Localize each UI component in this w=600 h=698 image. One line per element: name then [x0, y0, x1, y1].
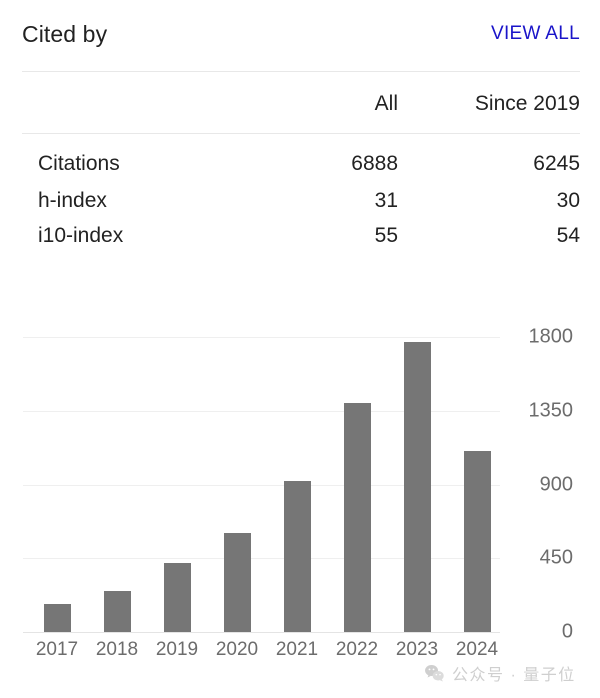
column-header-all: All	[290, 73, 398, 133]
table-body: Citations 6888 6245 h-index 31 30 i10-in…	[22, 133, 580, 253]
y-axis-tick-label: 900	[503, 473, 573, 496]
x-axis-tick-label: 2023	[387, 639, 447, 661]
metric-value-since: 30	[398, 183, 580, 218]
gridline	[23, 337, 500, 338]
metric-label: i10-index	[22, 218, 290, 253]
page-title: Cited by	[22, 21, 107, 48]
x-axis-tick-label: 2024	[447, 639, 507, 661]
table-row: h-index 31 30	[22, 183, 580, 218]
table-row: Citations 6888 6245	[22, 133, 580, 183]
watermark: 公众号 · 量子位	[424, 661, 576, 685]
bar-2018[interactable]	[104, 591, 131, 632]
watermark-text: 公众号 · 量子位	[452, 661, 576, 685]
x-axis-tick-label: 2019	[147, 639, 207, 661]
column-header-metric	[22, 73, 290, 133]
table-header: All Since 2019	[22, 73, 580, 133]
metric-value-all: 55	[290, 218, 398, 253]
view-all-link[interactable]: VIEW ALL	[491, 23, 580, 45]
y-axis-tick-label: 1350	[503, 399, 573, 422]
bar-2024[interactable]	[464, 451, 491, 632]
y-axis-tick-label: 0	[503, 621, 573, 644]
x-axis-tick-label: 2021	[267, 639, 327, 661]
bar-2021[interactable]	[284, 481, 311, 632]
x-axis-tick-label: 2017	[27, 639, 87, 661]
bar-2019[interactable]	[164, 563, 191, 632]
cited-by-panel: Cited by VIEW ALL All Since 2019 Citatio…	[0, 0, 600, 698]
metric-value-all: 31	[290, 183, 398, 218]
citation-stats-table: All Since 2019 Citations 6888 6245 h-ind…	[22, 73, 580, 253]
metric-label: Citations	[22, 133, 290, 183]
x-axis-tick-label: 2018	[87, 639, 147, 661]
x-axis-tick-label: 2020	[207, 639, 267, 661]
bar-2017[interactable]	[44, 604, 71, 632]
bar-2023[interactable]	[404, 342, 431, 632]
table-header-row: All Since 2019	[22, 73, 580, 133]
wechat-icon	[424, 663, 445, 684]
citations-bar-chart: 0 450 900 1350 1800 201720182019202020212022…	[0, 300, 600, 660]
bar-2020[interactable]	[224, 533, 251, 632]
y-axis-tick-label: 1800	[503, 326, 573, 349]
metric-value-since: 6245	[398, 133, 580, 183]
y-axis-tick-label: 450	[503, 547, 573, 570]
metric-value-all: 6888	[290, 133, 398, 183]
metric-label: h-index	[22, 183, 290, 218]
column-header-since: Since 2019	[398, 73, 580, 133]
bar-2022[interactable]	[344, 403, 371, 632]
panel-header: Cited by VIEW ALL	[22, 14, 580, 54]
gridline	[23, 632, 500, 633]
chart-plot-area	[23, 337, 500, 632]
table-row: i10-index 55 54	[22, 218, 580, 253]
x-axis-tick-label: 2022	[327, 639, 387, 661]
metric-value-since: 54	[398, 218, 580, 253]
divider-top	[22, 71, 580, 72]
